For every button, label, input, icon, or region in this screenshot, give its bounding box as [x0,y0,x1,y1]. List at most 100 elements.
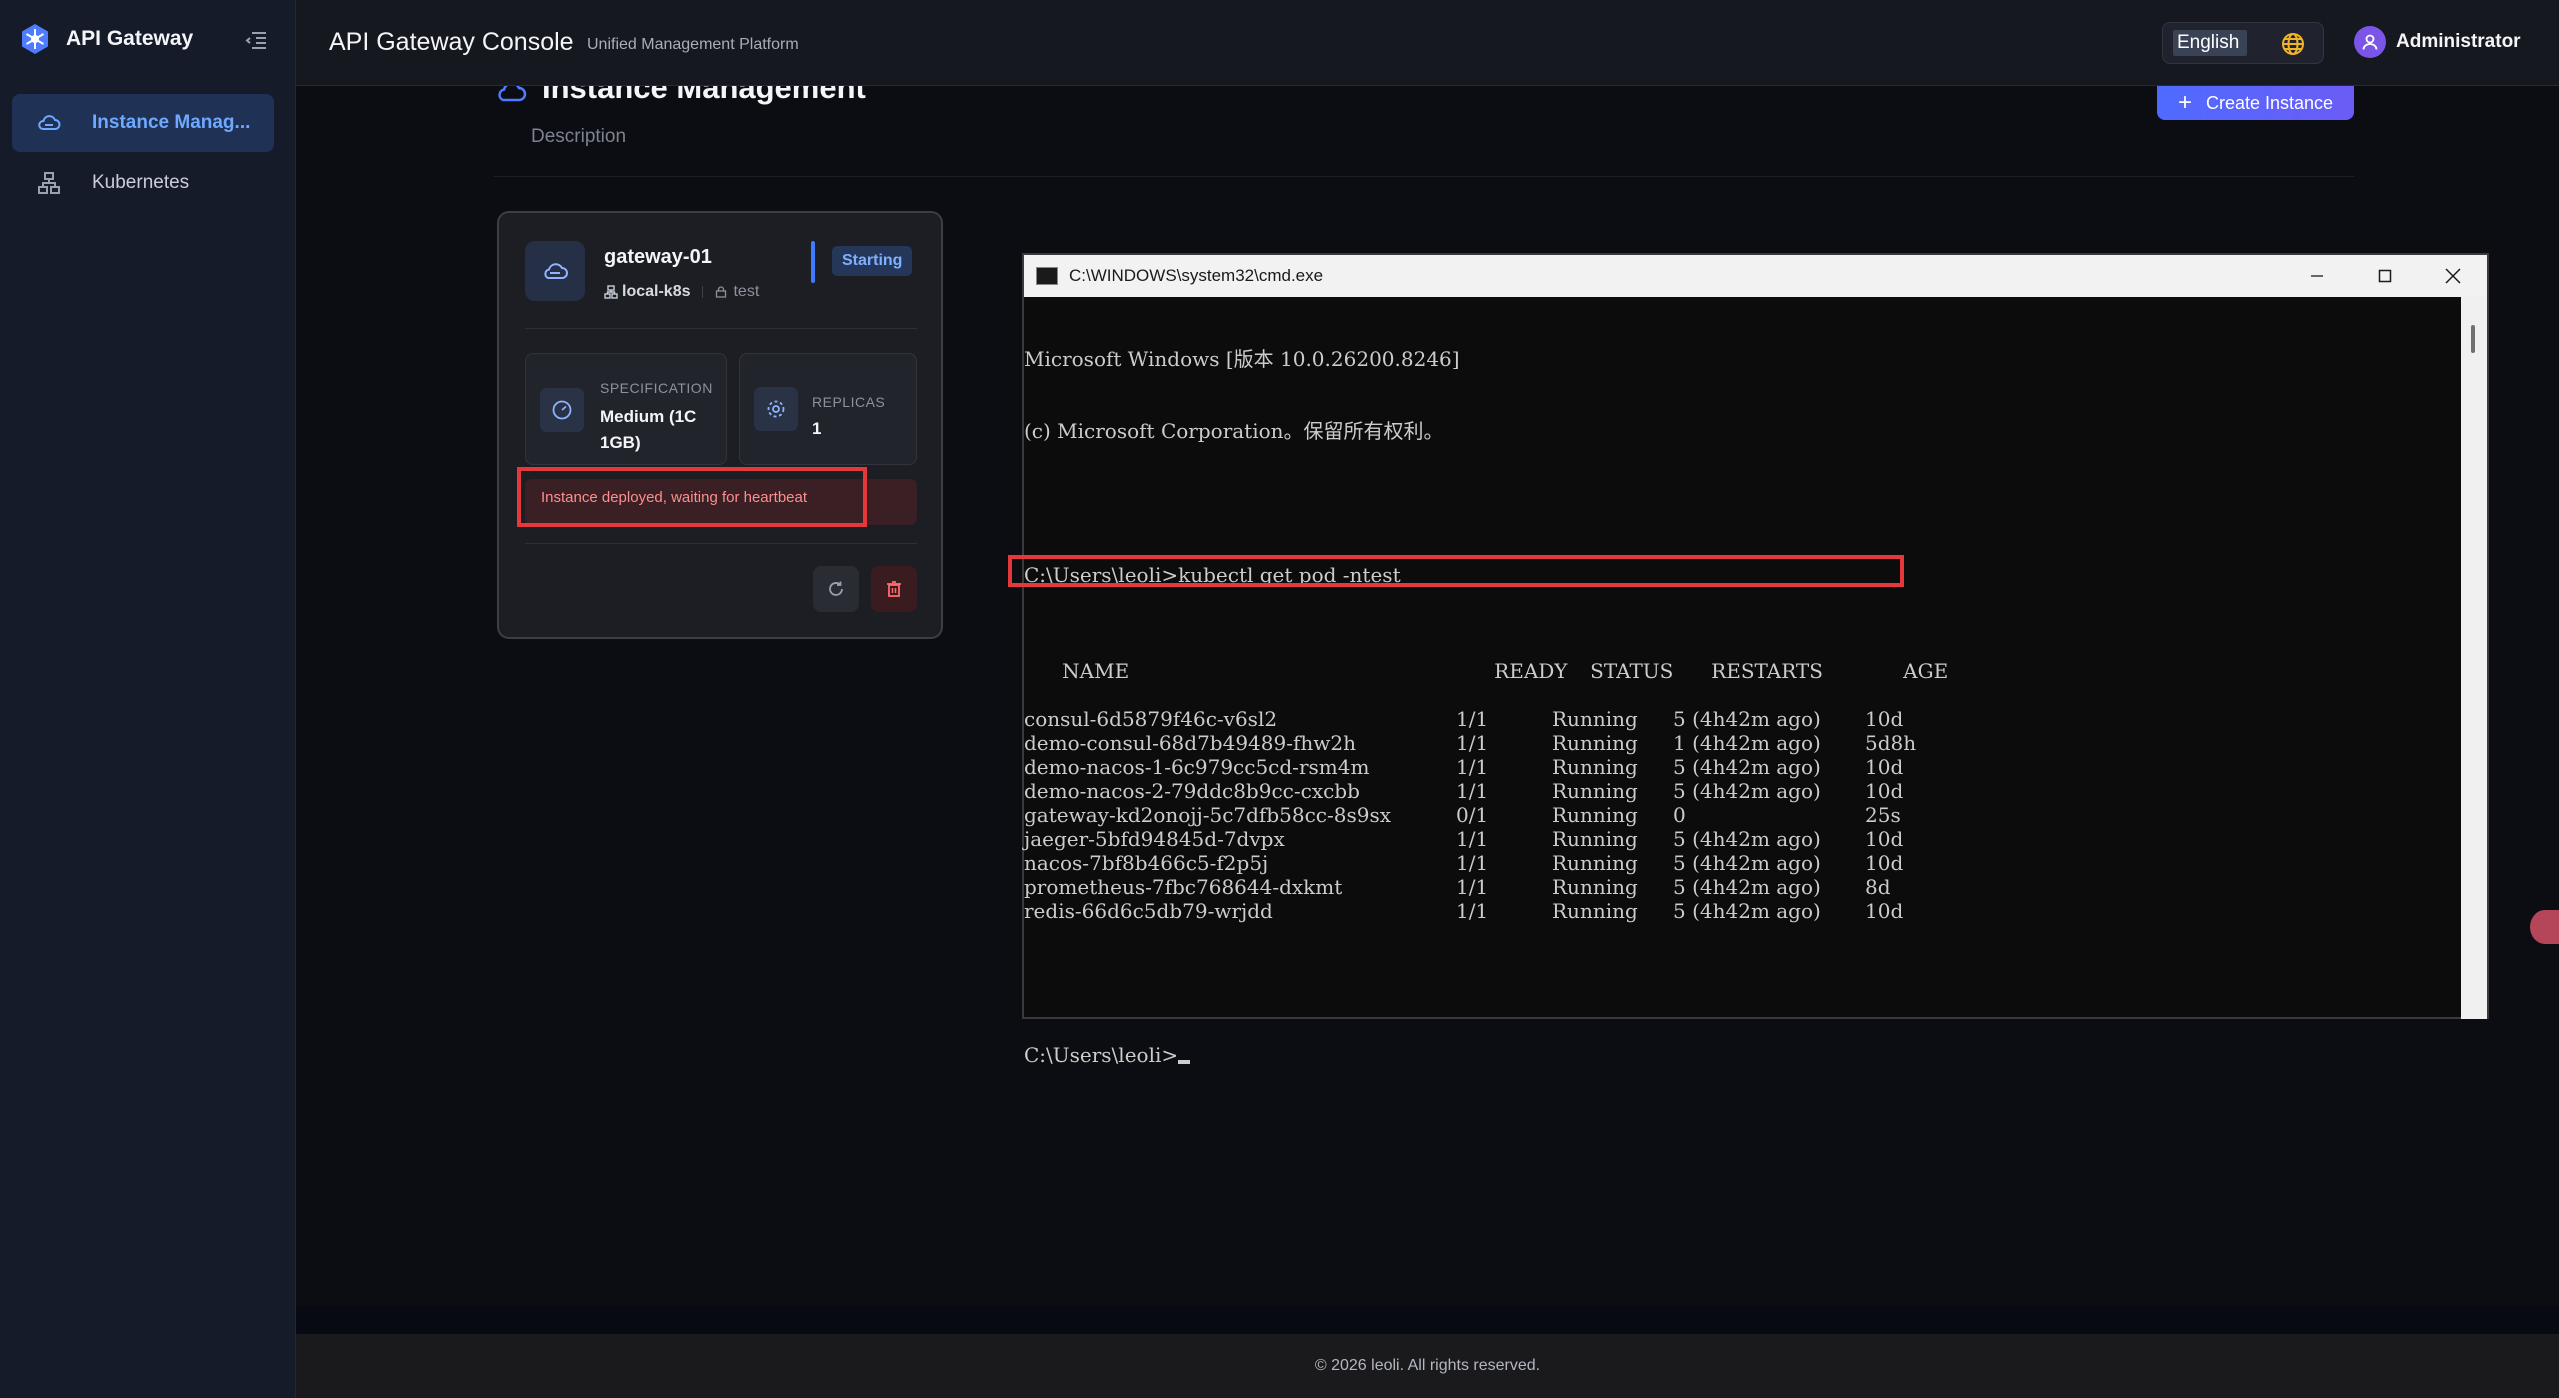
user-icon [2362,34,2378,50]
pod-cell: 5 (4h42m ago) [1673,827,1821,851]
pod-cell: 5 (4h42m ago) [1673,755,1821,779]
pod-cell: 5 (4h42m ago) [1673,779,1821,803]
status-message: Instance deployed, waiting for heartbeat [517,467,867,527]
status-indicator [811,241,815,283]
replicas-box: REPLICAS 1 [739,353,917,465]
instance-name[interactable]: gateway-01 [604,246,712,269]
create-instance-button[interactable]: + Create Instance [2157,86,2354,120]
col-header: STATUS [1590,659,1674,683]
col-header: NAME [1062,659,1130,683]
pod-cell: Running [1552,731,1638,755]
pod-cell: 10d [1865,779,1904,803]
pod-row: redis-66d6c5db79-wrjdd 1/1 Running 5 (4h42m… [1024,899,2464,923]
pod-cell: 10d [1865,851,1904,875]
brand-name: API Gateway [66,27,194,50]
cursor [1178,1060,1191,1064]
scrollbar[interactable] [2461,297,2487,1019]
cluster-name: local-k8s [622,283,691,300]
pod-cell: Running [1552,851,1638,875]
gauge-icon-box [540,388,584,432]
cmd-blank-line [1024,491,2464,515]
gauge-icon [552,400,572,420]
language-select[interactable]: English [2162,22,2324,64]
pod-cell: gateway-kd2onojj-5c7dfb58cc-8s9sx [1024,803,1391,827]
replicas-label: REPLICAS [812,394,886,410]
cmd-icon [1036,267,1058,285]
cmd-blank-line [1024,971,2464,995]
language-value[interactable]: English [2173,30,2248,56]
cluster-icon [38,172,60,194]
highlighted-pod-row [1008,555,1904,587]
avatar[interactable] [2354,26,2386,58]
pod-cell: demo-consul-68d7b49489-fhw2h [1024,731,1356,755]
cloud-icon [38,115,61,130]
instance-card[interactable]: gateway-01 local-k8s test Starting SPECI… [497,211,943,639]
app-title: API Gateway Console [329,28,574,56]
pod-row: demo-nacos-1-6c979cc5cd-rsm4m 1/1 Running 5… [1024,755,2464,779]
specification-label: SPECIFICATION [600,380,713,396]
delete-button[interactable] [871,566,917,612]
pod-cell: Running [1552,827,1638,851]
instance-meta: local-k8s test [604,283,759,301]
pod-row: demo-consul-68d7b49489-fhw2h 1/1 Running 1 … [1024,731,2464,755]
footer-spacer [296,1306,2559,1334]
user-menu[interactable]: Administrator [2354,26,2521,58]
pod-cell: consul-6d5879f46c-v6sl2 [1024,707,1278,731]
pod-cell: 8d [1865,875,1891,899]
cmd-output[interactable]: Microsoft Windows [版本 10.0.26200.8246] (… [1008,299,2464,1067]
scrollbar-thumb[interactable] [2471,325,2475,353]
pod-cell: redis-66d6c5db79-wrjdd [1024,899,1273,923]
namespace-name: test [733,283,760,300]
pod-cell: prometheus-7fbc768644-dxkmt [1024,875,1343,899]
pod-cell: 1/1 [1456,851,1489,875]
cmd-titlebar[interactable]: C:\WINDOWS\system32\cmd.exe [1024,255,2487,297]
close-icon [2445,268,2461,284]
cmd-prompt: C:\Users\leoli> [1024,1043,1179,1067]
minimize-icon [2311,275,2323,277]
sidebar-item-kubernetes[interactable]: Kubernetes [12,154,274,212]
footer: © 2026 leoli. All rights reserved. [296,1334,2559,1398]
trash-icon [887,581,901,597]
gear-icon [767,400,785,418]
cmd-banner-line: Microsoft Windows [版本 10.0.26200.8246] [1024,347,1460,371]
menu-collapse-icon[interactable] [244,28,268,52]
pod-cell: 0 [1673,803,1686,827]
globe-icon[interactable] [2281,32,2305,56]
pod-cell: Running [1552,755,1638,779]
divider [494,176,2354,177]
brand[interactable]: API Gateway [18,22,193,56]
cloud-icon [544,263,568,279]
close-button[interactable] [2419,255,2487,297]
sidebar-item-label: Kubernetes [92,172,190,193]
pod-row: demo-nacos-2-79ddc8b9cc-cxcbb 1/1 Running 5… [1024,779,2464,803]
col-header: AGE [1903,659,1949,683]
col-header: READY [1494,659,1568,683]
lock-icon [716,286,727,298]
status-badge: Starting [832,246,913,276]
pod-cell: 10d [1865,755,1904,779]
minimize-button[interactable] [2283,255,2351,297]
pod-cell: 5 (4h42m ago) [1673,707,1821,731]
copyright: © 2026 leoli. All rights reserved. [1314,1357,1541,1374]
specification-box: SPECIFICATION Medium (1C 1GB) [525,353,727,465]
pod-row: jaeger-5bfd94845d-7dvpx 1/1 Running 5 (4h42… [1024,827,2464,851]
maximize-button[interactable] [2351,255,2419,297]
divider [525,543,917,544]
cloud-icon [498,86,527,102]
floating-helper-button[interactable] [2530,910,2559,944]
pod-cell: 1 (4h42m ago) [1673,731,1821,755]
sidebar-item-label: Instance Manag... [92,112,251,133]
logo-icon [22,24,48,54]
pod-cell: 1/1 [1456,899,1489,923]
instance-icon-box [525,241,585,301]
refresh-button[interactable] [813,566,859,612]
cmd-banner-line: (c) Microsoft Corporation。保留所有权利。 [1024,419,1444,443]
maximize-icon [2378,269,2392,283]
pod-cell: 5 (4h42m ago) [1673,875,1821,899]
pod-cell: 25s [1865,803,1901,827]
sidebar-item-instance-management[interactable]: Instance Manag... [12,94,274,152]
refresh-icon [829,581,843,596]
cmd-window[interactable]: C:\WINDOWS\system32\cmd.exe Microsoft Wi… [1008,253,2489,1067]
pod-row: gateway-kd2onojj-5c7dfb58cc-8s9sx 0/1 Runn… [1024,803,2464,827]
pod-cell: Running [1552,899,1638,923]
